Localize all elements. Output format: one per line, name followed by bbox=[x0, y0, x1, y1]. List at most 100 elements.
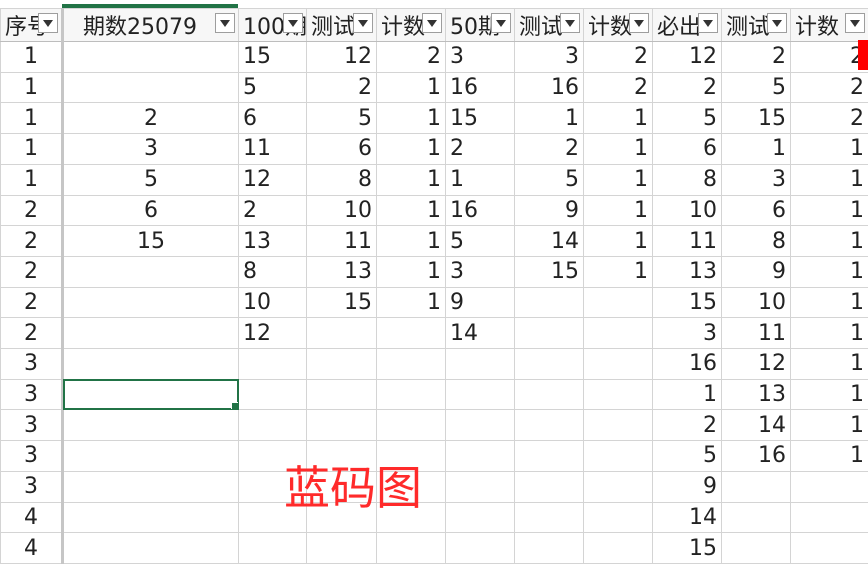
column-header-1[interactable]: 序号 bbox=[0, 8, 64, 42]
cell-r10-c1[interactable]: 2 bbox=[0, 317, 64, 350]
cell-r12-c9[interactable]: 1 bbox=[652, 378, 722, 411]
cell-r3-c6[interactable]: 15 bbox=[445, 102, 515, 135]
cell-r1-c6[interactable]: 3 bbox=[445, 41, 515, 73]
cell-r1-c5[interactable]: 2 bbox=[376, 41, 446, 73]
cell-r14-c9[interactable]: 5 bbox=[652, 440, 722, 472]
cell-r13-c2[interactable] bbox=[62, 409, 239, 442]
cell-r2-c1[interactable]: 1 bbox=[0, 71, 64, 104]
cell-r10-c11[interactable]: 1 bbox=[790, 317, 868, 350]
cell-r11-c11[interactable]: 1 bbox=[790, 348, 868, 380]
filter-dropdown-icon[interactable] bbox=[629, 13, 649, 33]
cell-r13-c3[interactable] bbox=[238, 409, 307, 442]
cell-r14-c7[interactable] bbox=[514, 440, 584, 472]
cell-r5-c8[interactable]: 1 bbox=[583, 163, 653, 196]
cell-r16-c6[interactable] bbox=[445, 501, 515, 534]
cell-r10-c7[interactable] bbox=[514, 317, 584, 350]
cell-r3-c5[interactable]: 1 bbox=[376, 102, 446, 135]
cell-r12-c1[interactable]: 3 bbox=[0, 378, 64, 411]
cell-r1-c8[interactable]: 2 bbox=[583, 41, 653, 73]
cell-r8-c3[interactable]: 8 bbox=[238, 255, 307, 288]
cell-r13-c1[interactable]: 3 bbox=[0, 409, 64, 442]
cell-r2-c4[interactable]: 2 bbox=[306, 71, 377, 104]
cell-r5-c2[interactable]: 5 bbox=[62, 163, 239, 196]
column-header-5[interactable]: 计数 bbox=[376, 8, 446, 42]
cell-r4-c4[interactable]: 6 bbox=[306, 133, 377, 165]
cell-r9-c7[interactable] bbox=[514, 286, 584, 319]
cell-r5-c10[interactable]: 3 bbox=[721, 163, 791, 196]
cell-r5-c9[interactable]: 8 bbox=[652, 163, 722, 196]
cell-r4-c3[interactable]: 11 bbox=[238, 133, 307, 165]
cell-r15-c8[interactable] bbox=[583, 470, 653, 503]
cell-r4-c10[interactable]: 1 bbox=[721, 133, 791, 165]
cell-r12-c8[interactable] bbox=[583, 378, 653, 411]
filter-dropdown-icon[interactable] bbox=[560, 13, 580, 33]
cell-r9-c1[interactable]: 2 bbox=[0, 286, 64, 319]
cell-r15-c7[interactable] bbox=[514, 470, 584, 503]
cell-r11-c8[interactable] bbox=[583, 348, 653, 380]
cell-r4-c7[interactable]: 2 bbox=[514, 133, 584, 165]
cell-r7-c7[interactable]: 14 bbox=[514, 225, 584, 257]
cell-r4-c2[interactable]: 3 bbox=[62, 133, 239, 165]
cell-r10-c10[interactable]: 11 bbox=[721, 317, 791, 350]
cell-r6-c9[interactable]: 10 bbox=[652, 194, 722, 227]
cell-r13-c5[interactable] bbox=[376, 409, 446, 442]
filter-dropdown-icon[interactable] bbox=[353, 13, 373, 33]
cell-r15-c9[interactable]: 9 bbox=[652, 470, 722, 503]
cell-r16-c11[interactable] bbox=[790, 501, 868, 534]
cell-r13-c11[interactable]: 1 bbox=[790, 409, 868, 442]
cell-r6-c5[interactable]: 1 bbox=[376, 194, 446, 227]
cell-r12-c3[interactable] bbox=[238, 378, 307, 411]
cell-r8-c11[interactable]: 1 bbox=[790, 255, 868, 288]
column-header-9[interactable]: 必出 bbox=[652, 8, 722, 42]
cell-r2-c8[interactable]: 2 bbox=[583, 71, 653, 104]
cell-r2-c10[interactable]: 5 bbox=[721, 71, 791, 104]
cell-r9-c2[interactable] bbox=[62, 286, 239, 319]
cell-r17-c7[interactable] bbox=[514, 532, 584, 564]
cell-r8-c7[interactable]: 15 bbox=[514, 255, 584, 288]
cell-r5-c6[interactable]: 1 bbox=[445, 163, 515, 196]
cell-r9-c3[interactable]: 10 bbox=[238, 286, 307, 319]
cell-r14-c6[interactable] bbox=[445, 440, 515, 472]
cell-r13-c8[interactable] bbox=[583, 409, 653, 442]
cell-r7-c3[interactable]: 13 bbox=[238, 225, 307, 257]
cell-r7-c6[interactable]: 5 bbox=[445, 225, 515, 257]
cell-r9-c4[interactable]: 15 bbox=[306, 286, 377, 319]
cell-r16-c1[interactable]: 4 bbox=[0, 501, 64, 534]
cell-r10-c4[interactable] bbox=[306, 317, 377, 350]
cell-r12-c6[interactable] bbox=[445, 378, 515, 411]
cell-r15-c2[interactable] bbox=[62, 470, 239, 503]
column-header-3[interactable]: 100期 bbox=[238, 8, 307, 42]
cell-r12-c7[interactable] bbox=[514, 378, 584, 411]
filter-dropdown-icon[interactable] bbox=[845, 13, 865, 33]
cell-r8-c9[interactable]: 13 bbox=[652, 255, 722, 288]
filter-dropdown-icon[interactable] bbox=[698, 13, 718, 33]
cell-r1-c1[interactable]: 1 bbox=[0, 41, 64, 73]
filter-dropdown-icon[interactable] bbox=[215, 13, 235, 33]
cell-r3-c3[interactable]: 6 bbox=[238, 102, 307, 135]
cell-r17-c8[interactable] bbox=[583, 532, 653, 564]
cell-r4-c8[interactable]: 1 bbox=[583, 133, 653, 165]
fill-handle[interactable] bbox=[231, 402, 238, 409]
cell-r13-c7[interactable] bbox=[514, 409, 584, 442]
cell-r8-c10[interactable]: 9 bbox=[721, 255, 791, 288]
cell-r17-c11[interactable] bbox=[790, 532, 868, 564]
cell-r3-c1[interactable]: 1 bbox=[0, 102, 64, 135]
cell-r7-c1[interactable]: 2 bbox=[0, 225, 64, 257]
filter-dropdown-icon[interactable] bbox=[422, 13, 442, 33]
cell-r11-c7[interactable] bbox=[514, 348, 584, 380]
cell-r4-c1[interactable]: 1 bbox=[0, 133, 64, 165]
cell-r4-c6[interactable]: 2 bbox=[445, 133, 515, 165]
cell-r17-c1[interactable]: 4 bbox=[0, 532, 64, 564]
cell-r10-c2[interactable] bbox=[62, 317, 239, 350]
cell-r5-c3[interactable]: 12 bbox=[238, 163, 307, 196]
cell-r16-c10[interactable] bbox=[721, 501, 791, 534]
cell-r13-c4[interactable] bbox=[306, 409, 377, 442]
cell-r1-c4[interactable]: 12 bbox=[306, 41, 377, 73]
cell-r12-c11[interactable]: 1 bbox=[790, 378, 868, 411]
column-header-8[interactable]: 计数 bbox=[583, 8, 653, 42]
cell-r10-c3[interactable]: 12 bbox=[238, 317, 307, 350]
cell-r2-c6[interactable]: 16 bbox=[445, 71, 515, 104]
cell-r14-c1[interactable]: 3 bbox=[0, 440, 64, 472]
column-header-4[interactable]: 测试 bbox=[306, 8, 377, 42]
cell-r17-c4[interactable] bbox=[306, 532, 377, 564]
